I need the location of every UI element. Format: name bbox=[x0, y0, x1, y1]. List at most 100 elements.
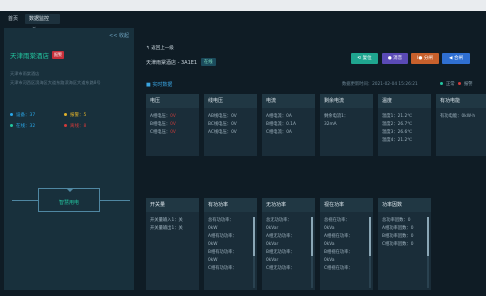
reading-label: C相电压： bbox=[150, 130, 171, 135]
top-reading-panel: 有功电能有功电能：0kW·h bbox=[436, 94, 486, 156]
reading-line: 总功率因数：0 bbox=[382, 217, 429, 225]
reading-value: 0kVar bbox=[266, 226, 279, 231]
reading-value: 21.2℃ bbox=[397, 138, 413, 143]
panel-scrollbar[interactable] bbox=[369, 217, 371, 288]
tab-data-monitor[interactable]: 数据监控× bbox=[25, 14, 60, 32]
reading-label: B相电流： bbox=[266, 122, 287, 127]
panel-scrollbar[interactable] bbox=[311, 217, 313, 288]
reading-line: 0kVa bbox=[324, 241, 371, 249]
reading-value: 0kW·h bbox=[461, 114, 476, 119]
reading-line: A相视在功率： bbox=[324, 233, 371, 241]
blue-dot-icon bbox=[10, 113, 13, 116]
reading-line: C相无功功率： bbox=[266, 265, 313, 273]
reading-value: 0kVa bbox=[324, 226, 335, 231]
reading-value: 0 bbox=[407, 218, 411, 223]
reading-label: 温度4： bbox=[382, 138, 398, 143]
panel-title: 开关量 bbox=[146, 198, 199, 212]
reading-label: 开关量输入1： bbox=[150, 218, 179, 223]
panel-title: 无功功率 bbox=[262, 198, 315, 212]
reading-value: 0 bbox=[410, 234, 414, 239]
panel-title: 功率因数 bbox=[378, 198, 431, 212]
reading-line: 0kW bbox=[208, 241, 255, 249]
reading-value: 0 bbox=[410, 242, 414, 247]
mute-button[interactable]: ● 消音 bbox=[382, 53, 408, 64]
reading-label: B相功率因数： bbox=[382, 234, 411, 239]
hotel-name: 天津雨棠酒店 bbox=[10, 52, 49, 60]
reading-line: 温度2：26.7℃ bbox=[382, 121, 429, 129]
reading-label: AC线电压： bbox=[208, 130, 232, 135]
stat-offline: 离线：8 bbox=[64, 123, 86, 129]
reading-line: 有功电能：0kW·h bbox=[440, 113, 486, 121]
alarm-badge: 报警 bbox=[52, 51, 64, 59]
red-dot-icon bbox=[458, 82, 461, 85]
green-dot-icon bbox=[440, 82, 443, 85]
hotel-address: 天津市河西区滨海区大道东路滨海区大道东路8号 bbox=[10, 80, 101, 85]
reset-button[interactable]: ⟲ 复位 bbox=[351, 53, 378, 64]
scroll-thumb[interactable] bbox=[253, 217, 255, 256]
reading-value: 21.2℃ bbox=[397, 114, 413, 119]
reading-line: 0kVa bbox=[324, 225, 371, 233]
reading-value: 0V bbox=[231, 114, 237, 119]
scroll-thumb[interactable] bbox=[427, 217, 429, 256]
reading-label: 总视在功率： bbox=[324, 218, 350, 223]
reading-line: A相有功功率： bbox=[208, 233, 255, 241]
top-reading-panel: 电压 A相电压：0V B相电压：0V C相电压：0V bbox=[146, 94, 199, 156]
reading-value: 26.6℃ bbox=[397, 130, 413, 135]
reading-label: B相电压： bbox=[150, 122, 171, 127]
tab-home[interactable]: 首页 bbox=[4, 14, 22, 24]
panel-title: 有功功率 bbox=[204, 198, 257, 212]
back-link[interactable]: ↰ 返回上一级 bbox=[146, 45, 174, 51]
tab-monitor-label: 数据监控 bbox=[29, 16, 50, 22]
reading-value: 0kW bbox=[208, 258, 218, 263]
realtime-data-title: ■ 实时数据 bbox=[146, 82, 173, 88]
reading-value: 0A bbox=[286, 130, 292, 135]
reading-value: 关 bbox=[178, 218, 183, 223]
top-reading-panel: 剩余电流 剩余电流1： 32mA bbox=[320, 94, 373, 156]
reading-line: A相功率因数：0 bbox=[382, 225, 429, 233]
reading-line: B相功率因数：0 bbox=[382, 233, 429, 241]
reading-line: 0kVa bbox=[324, 257, 371, 265]
reading-line: 开关量输入1：关 bbox=[150, 217, 197, 225]
reading-line: C相电压：0V bbox=[150, 129, 197, 137]
reading-line: C相有功功率： bbox=[208, 265, 255, 273]
panel-title: 视在功率 bbox=[320, 198, 373, 212]
arrow-down-icon bbox=[66, 188, 74, 192]
scroll-thumb[interactable] bbox=[369, 217, 371, 256]
panel-title: 有功电能 bbox=[436, 94, 486, 108]
reading-line: 32mA bbox=[324, 121, 371, 129]
panel-scrollbar[interactable] bbox=[253, 217, 255, 288]
reading-label: A相视在功率： bbox=[324, 234, 353, 239]
reading-line: BC线电压：0V bbox=[208, 121, 255, 129]
reading-label: 开关量输出1： bbox=[150, 226, 179, 231]
open-switch-button[interactable]: I● 分闸 bbox=[411, 53, 439, 64]
smart-power-button[interactable]: 智慧用电 bbox=[38, 188, 100, 212]
panel-title: 线电压 bbox=[204, 94, 257, 108]
reading-label: B相有功功率： bbox=[208, 250, 237, 255]
reading-line: C相功率因数：0 bbox=[382, 241, 429, 249]
collapse-button[interactable]: << 收起 bbox=[109, 32, 129, 39]
reading-label: BC线电压： bbox=[208, 122, 232, 127]
scroll-thumb[interactable] bbox=[311, 217, 313, 256]
reading-value: 0kVa bbox=[324, 258, 335, 263]
reading-value: 0kW bbox=[208, 226, 218, 231]
close-switch-button[interactable]: ◀ 合闸 bbox=[442, 53, 470, 64]
reading-label: 温度3： bbox=[382, 130, 398, 135]
reading-label: C相电流： bbox=[266, 130, 287, 135]
yellow-dot-icon bbox=[64, 113, 67, 116]
reading-label: A相电压： bbox=[150, 114, 171, 119]
reading-value: 0.1A bbox=[286, 122, 296, 127]
reading-line: 0kVar bbox=[266, 257, 313, 265]
top-reading-panel: 温度 温度1：21.2℃ 温度2：26.7℃ 温度3：26.6℃ 温度4：21.2℃ bbox=[378, 94, 431, 156]
panel-title: 电压 bbox=[146, 94, 199, 108]
reading-value: 0V bbox=[170, 122, 176, 127]
reading-value: 0V bbox=[231, 130, 237, 135]
reading-label: 总功率因数： bbox=[382, 218, 408, 223]
reading-line: A相电流：0A bbox=[266, 113, 313, 121]
reading-label: 温度2： bbox=[382, 122, 398, 127]
reading-label: B相视在功率： bbox=[324, 250, 353, 255]
main-panel: ↰ 返回上一级 天津雨棠酒店 - 3A1E1 在线 ⟲ 复位 ● 消音 I● 分… bbox=[140, 38, 486, 290]
reading-line: 0kW bbox=[208, 257, 255, 265]
reading-value: 0V bbox=[170, 130, 176, 135]
panel-scrollbar[interactable] bbox=[427, 217, 429, 288]
reading-line: 0kVar bbox=[266, 241, 313, 249]
